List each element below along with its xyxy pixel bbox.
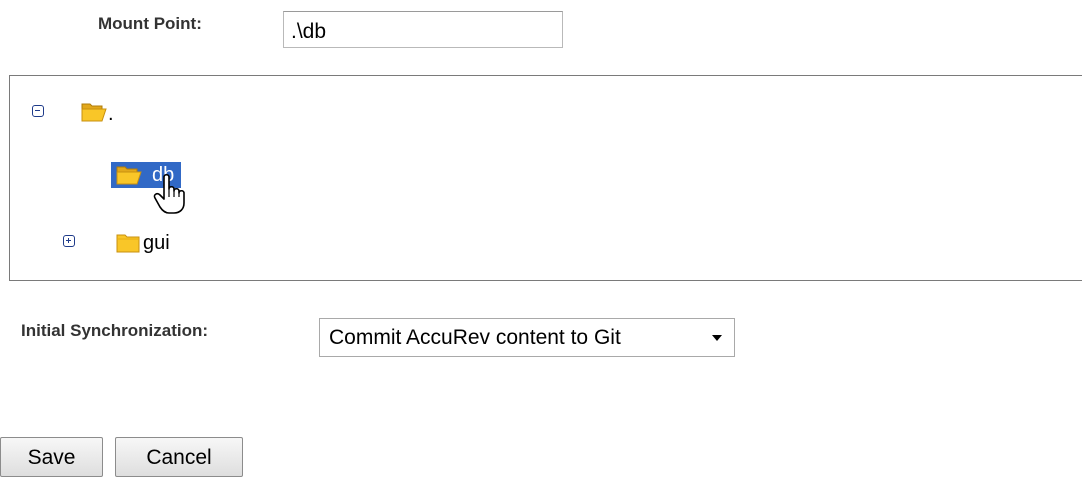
- mount-point-label: Mount Point:: [98, 14, 202, 33]
- mount-point-input[interactable]: [283, 11, 563, 48]
- collapse-toggle-icon[interactable]: [32, 105, 44, 117]
- folder-open-icon: [116, 166, 142, 185]
- cancel-button[interactable]: Cancel: [115, 437, 243, 477]
- tree-node-gui-label[interactable]: gui: [143, 231, 170, 255]
- folder-open-icon: [81, 103, 107, 122]
- chevron-down-icon: [712, 335, 722, 341]
- folder-closed-icon: [116, 234, 140, 253]
- initial-sync-selected-value: Commit AccuRev content to Git: [329, 326, 621, 349]
- tree-node-root-label[interactable]: .: [108, 102, 114, 126]
- initial-sync-label: Initial Synchronization:: [21, 321, 209, 340]
- mount-config-form: Mount Point: . db gui: [0, 0, 1082, 479]
- folder-tree-panel: . db gui: [9, 75, 1082, 281]
- save-button[interactable]: Save: [0, 437, 103, 477]
- expand-toggle-icon[interactable]: [63, 235, 75, 247]
- hand-pointer-cursor-icon: [153, 173, 185, 214]
- initial-sync-select[interactable]: Commit AccuRev content to Git: [319, 318, 735, 357]
